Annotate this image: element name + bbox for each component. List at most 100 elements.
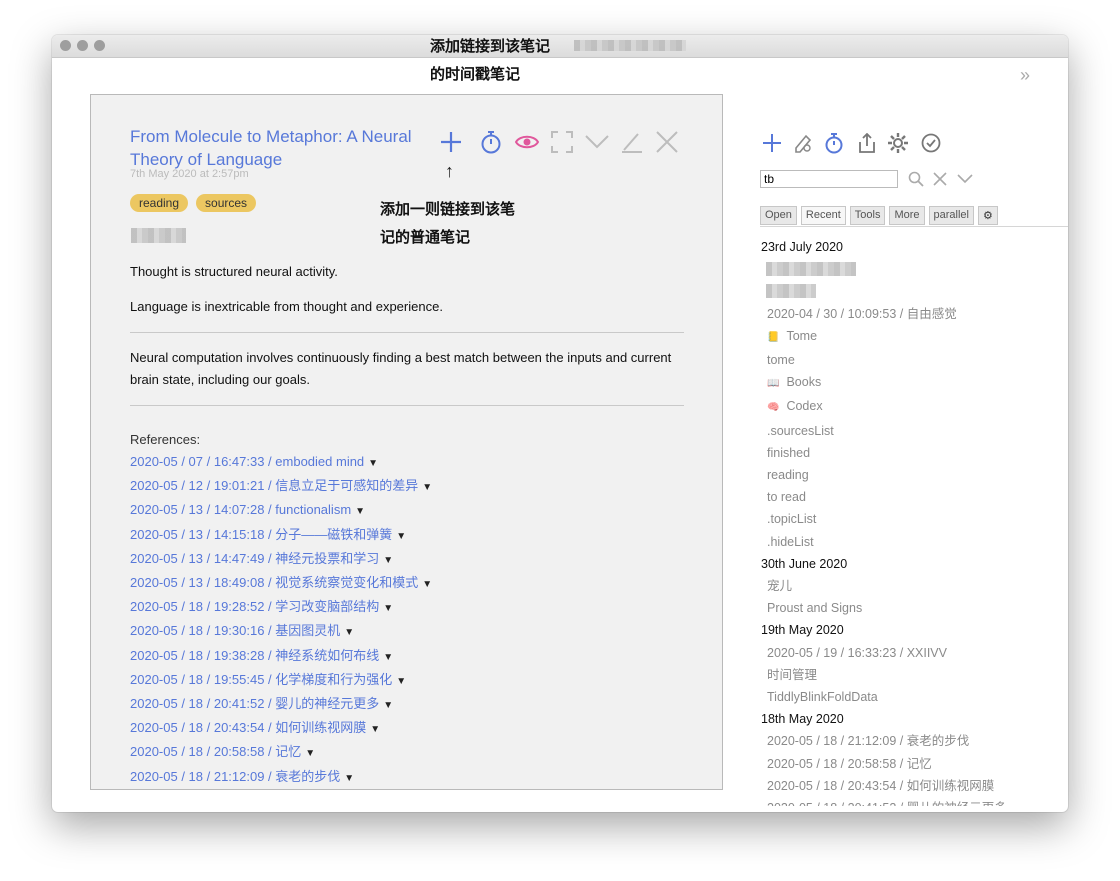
search-input[interactable] xyxy=(760,170,898,188)
recent-item[interactable]: tome xyxy=(760,349,1068,371)
recent-item[interactable]: 📒 Tome xyxy=(760,325,1068,349)
transclude-toggle-icon[interactable]: ▼ xyxy=(422,482,432,493)
reference-link-text[interactable]: 2020-05 / 18 / 20:41:52 / 婴儿的神经元更多 xyxy=(130,696,379,711)
edit-icon[interactable] xyxy=(618,128,646,156)
recent-item[interactable]: Proust and Signs xyxy=(760,597,1068,619)
reference-link[interactable]: 2020-05 / 18 / 19:28:52 / 学习改变脑部结构 ▼ xyxy=(130,596,432,620)
reference-link-text[interactable]: 2020-05 / 13 / 18:49:08 / 视觉系统察觉变化和模式 xyxy=(130,575,418,590)
close-window-button[interactable] xyxy=(60,40,71,51)
search-icon[interactable] xyxy=(903,166,929,192)
transclude-toggle-icon[interactable]: ▼ xyxy=(396,676,406,687)
reference-link[interactable]: 2020-05 / 13 / 14:47:49 / 神经元投票和学习 ▼ xyxy=(130,548,432,572)
reference-link[interactable]: 2020-05 / 18 / 19:30:16 / 基因图灵机 ▼ xyxy=(130,620,432,644)
recent-item[interactable]: 2020-05 / 18 / 20:58:58 / 记忆 xyxy=(760,753,1068,775)
recent-item[interactable]: 2020-05 / 19 / 16:33:23 / XXIIVV xyxy=(760,642,1068,664)
reference-link[interactable]: 2020-05 / 12 / 19:01:21 / 信息立足于可感知的差异 ▼ xyxy=(130,475,432,499)
tiddler-title[interactable]: From Molecule to Metaphor: A Neural Theo… xyxy=(130,125,430,171)
clear-search-icon[interactable] xyxy=(927,166,953,192)
tab-more[interactable]: More xyxy=(889,206,925,225)
fullscreen-icon[interactable] xyxy=(548,128,576,156)
transclude-toggle-icon[interactable]: ▼ xyxy=(383,603,393,614)
reference-link-text[interactable]: 2020-05 / 12 / 19:01:21 / 信息立足于可感知的差异 xyxy=(130,478,418,493)
recent-item[interactable]: 2020-05 / 18 / 21:12:09 / 衰老的步伐 xyxy=(760,730,1068,752)
transclude-toggle-icon[interactable]: ▼ xyxy=(370,724,380,735)
recent-item[interactable]: .sourcesList xyxy=(760,420,1068,442)
reference-link-text[interactable]: 2020-05 / 18 / 19:30:16 / 基因图灵机 xyxy=(130,623,340,638)
tab-settings-gear-icon[interactable]: ⚙ xyxy=(978,206,998,225)
transclude-toggle-icon[interactable]: ▼ xyxy=(383,652,393,663)
reference-link-text[interactable]: 2020-05 / 13 / 14:47:49 / 神经元投票和学习 xyxy=(130,551,379,566)
annotation-timestamp-line1: 添加链接到该笔记 xyxy=(430,38,551,55)
item-emoji-icon: 📒 xyxy=(767,331,780,343)
transclude-toggle-icon[interactable]: ▼ xyxy=(383,555,393,566)
recent-item-label: .topicList xyxy=(767,512,817,527)
new-journal-icon[interactable] xyxy=(790,130,816,156)
tab-parallel[interactable]: parallel xyxy=(928,206,974,225)
recent-item[interactable]: .topicList xyxy=(760,508,1068,530)
reference-link-text[interactable]: 2020-05 / 18 / 19:38:28 / 神经系统如何布线 xyxy=(130,648,379,663)
reference-link-text[interactable]: 2020-05 / 18 / 20:43:54 / 如何训练视网膜 xyxy=(130,720,366,735)
search-dropdown-icon[interactable] xyxy=(952,166,978,192)
reference-link[interactable]: 2020-05 / 13 / 14:07:28 / functionalism ▼ xyxy=(130,499,432,523)
reference-link-text[interactable]: 2020-05 / 13 / 14:15:18 / 分子——磁铁和弹簧 xyxy=(130,527,392,542)
fold-icon[interactable] xyxy=(583,128,611,156)
minimize-window-button[interactable] xyxy=(77,40,88,51)
recent-item[interactable]: TiddlyBlinkFoldData xyxy=(760,686,1068,708)
reference-link-text[interactable]: 2020-05 / 07 / 16:47:33 / embodied mind xyxy=(130,454,364,469)
tab-tools[interactable]: Tools xyxy=(849,206,886,225)
recent-item-label: tome xyxy=(767,352,795,367)
export-icon[interactable] xyxy=(854,130,880,156)
tag-reading[interactable]: reading xyxy=(130,194,189,212)
transclude-toggle-icon[interactable]: ▼ xyxy=(305,748,315,759)
transclude-toggle-icon[interactable]: ▼ xyxy=(344,627,354,638)
timestamp-note-icon[interactable] xyxy=(477,128,505,156)
save-icon[interactable] xyxy=(918,130,944,156)
recent-item[interactable]: 2020-05 / 18 / 20:43:54 / 如何训练视网膜 xyxy=(760,775,1068,797)
transclude-toggle-icon[interactable]: ▼ xyxy=(344,773,354,784)
recent-item-redacted[interactable] xyxy=(760,280,1068,302)
recent-item[interactable]: finished xyxy=(760,442,1068,464)
reference-link[interactable]: 2020-05 / 18 / 20:41:52 / 婴儿的神经元更多 ▼ xyxy=(130,693,432,717)
reference-link[interactable]: 2020-05 / 18 / 20:43:54 / 如何训练视网膜 ▼ xyxy=(130,717,432,741)
reference-link[interactable]: 2020-05 / 07 / 16:47:33 / embodied mind ▼ xyxy=(130,451,432,475)
reference-link[interactable]: 2020-05 / 18 / 21:12:09 / 衰老的步伐 ▼ xyxy=(130,766,432,790)
new-tiddler-icon[interactable] xyxy=(759,130,785,156)
zoom-window-button[interactable] xyxy=(94,40,105,51)
reference-link[interactable]: 2020-05 / 13 / 18:49:08 / 视觉系统察觉变化和模式 ▼ xyxy=(130,572,432,596)
recent-item[interactable]: 2020-05 / 18 / 20:41:52 / 婴儿的神经元更多 xyxy=(760,797,1068,806)
recent-item[interactable]: .hideList xyxy=(760,531,1068,553)
recent-item-label: 2020-05 / 18 / 20:41:52 / 婴儿的神经元更多 xyxy=(767,801,1007,806)
recent-item[interactable]: 🧠 Codex xyxy=(760,395,1068,419)
reference-link[interactable]: 2020-05 / 18 / 19:38:28 / 神经系统如何布线 ▼ xyxy=(130,645,432,669)
toggle-sidebar-icon[interactable]: » xyxy=(1020,65,1030,86)
preview-icon[interactable] xyxy=(513,128,541,156)
transclude-toggle-icon[interactable]: ▼ xyxy=(355,506,365,517)
reference-link-text[interactable]: 2020-05 / 18 / 19:28:52 / 学习改变脑部结构 xyxy=(130,599,379,614)
reference-link-text[interactable]: 2020-05 / 18 / 21:12:09 / 衰老的步伐 xyxy=(130,769,340,784)
control-panel-icon[interactable] xyxy=(885,130,911,156)
transclude-toggle-icon[interactable]: ▼ xyxy=(368,458,378,469)
recent-item[interactable]: 宠儿 xyxy=(760,575,1068,597)
reference-link[interactable]: 2020-05 / 13 / 14:15:18 / 分子——磁铁和弹簧 ▼ xyxy=(130,524,432,548)
tab-recent[interactable]: Recent xyxy=(800,206,846,225)
reference-link[interactable]: 2020-05 / 18 / 19:55:45 / 化学梯度和行为强化 ▼ xyxy=(130,669,432,693)
recent-item[interactable]: to read xyxy=(760,486,1068,508)
recent-item[interactable]: 📖 Books xyxy=(760,371,1068,395)
reference-link[interactable]: 2020-05 / 18 / 20:58:58 / 记忆 ▼ xyxy=(130,741,432,765)
recent-item-redacted[interactable] xyxy=(760,258,1068,280)
recent-item[interactable]: 时间管理 xyxy=(760,664,1068,686)
window-title-redacted xyxy=(574,40,686,51)
recent-item[interactable]: 2020-04 / 30 / 10:09:53 / 自由感觉 xyxy=(760,303,1068,325)
transclude-toggle-icon[interactable]: ▼ xyxy=(383,700,393,711)
close-icon[interactable] xyxy=(653,128,681,156)
transclude-toggle-icon[interactable]: ▼ xyxy=(396,531,406,542)
new-linked-note-icon[interactable] xyxy=(437,128,465,156)
reference-link-text[interactable]: 2020-05 / 18 / 19:55:45 / 化学梯度和行为强化 xyxy=(130,672,392,687)
tag-sources[interactable]: sources xyxy=(196,194,257,212)
recent-item[interactable]: reading xyxy=(760,464,1068,486)
tab-open[interactable]: Open xyxy=(760,206,797,225)
reference-link-text[interactable]: 2020-05 / 18 / 20:58:58 / 记忆 xyxy=(130,744,301,759)
reference-link-text[interactable]: 2020-05 / 13 / 14:07:28 / functionalism xyxy=(130,502,351,517)
timestamp-icon[interactable] xyxy=(821,130,847,156)
transclude-toggle-icon[interactable]: ▼ xyxy=(422,579,432,590)
